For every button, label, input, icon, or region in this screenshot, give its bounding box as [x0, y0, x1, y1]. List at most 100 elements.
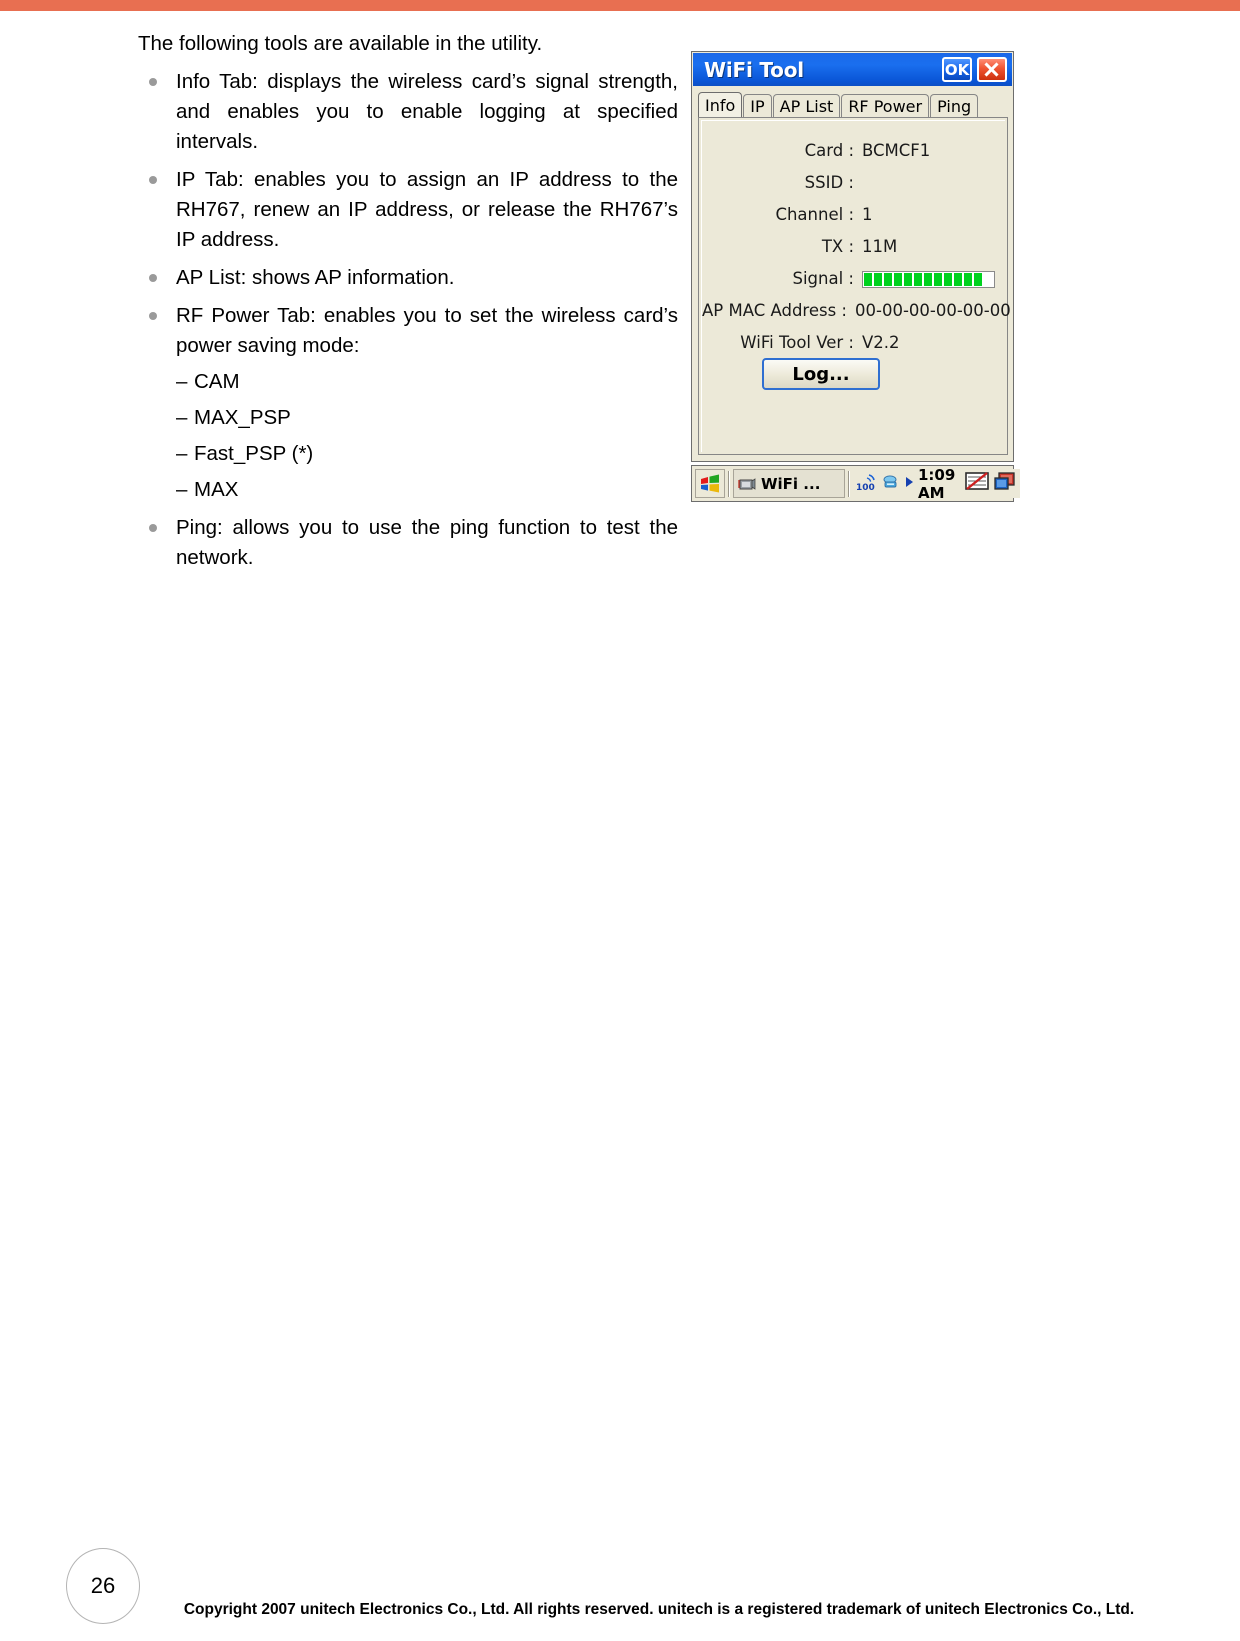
bullet-item-info-tab: Info Tab: displays the wireless card’s s… — [138, 67, 678, 157]
field-value-card: BCMCF1 — [862, 141, 931, 160]
battery-glyph: 100 — [856, 473, 875, 493]
intro-paragraph: The following tools are available in the… — [138, 32, 543, 55]
sub-item-cam: – CAM — [138, 367, 678, 397]
log-button[interactable]: Log... — [762, 358, 880, 390]
bullet-dot-icon — [149, 312, 157, 320]
sub-item-dash: – — [176, 442, 188, 465]
sub-item-dash: – — [176, 478, 188, 501]
taskbar-separator — [728, 470, 730, 497]
bullet-item-label: Ping: allows you to use the ping functio… — [176, 516, 678, 569]
svg-text:100: 100 — [856, 483, 875, 491]
field-row-ssid: SSID : — [702, 173, 1008, 192]
field-value-channel: 1 — [862, 205, 873, 224]
signal-segment — [934, 273, 942, 286]
taskbar-tray-icons — [961, 469, 1021, 498]
taskbar-clock[interactable]: 1:09 AM — [918, 466, 955, 502]
copyright-notice: Copyright 2007 unitech Electronics Co., … — [183, 1601, 1135, 1618]
field-value-ap-mac-address: 00-00-00-00-00-00 — [855, 301, 1011, 320]
signal-segment — [874, 273, 882, 286]
taskbar-task-label: WiFi ... — [761, 474, 821, 493]
signal-segment — [904, 273, 912, 286]
field-label-signal: Signal : — [792, 269, 855, 288]
info-tab-panel: Card : BCMCF1 SSID : Channel : 1 TX: 11… — [698, 117, 1011, 455]
info-field-list: Card : BCMCF1 SSID : Channel : 1 TX: 11… — [702, 141, 1011, 365]
battery-icon[interactable]: 100 — [856, 473, 878, 495]
bullet-item-ping: Ping: allows you to use the ping functio… — [138, 513, 678, 573]
sub-item-label: CAM — [194, 370, 240, 393]
page-body: The following tools are available in the… — [0, 11, 1240, 1501]
windows-start-icon[interactable] — [695, 469, 725, 498]
signal-segment — [894, 273, 902, 286]
page-number-badge: 26 — [66, 1548, 140, 1624]
titlebar-button-group: OK — [942, 57, 1012, 82]
field-row-wifi-tool-ver: WiFi Tool Ver : V2.2 — [702, 333, 1008, 352]
field-row-signal: Signal : — [702, 269, 1008, 288]
field-row-tx: TX : 11M — [702, 237, 1008, 256]
signal-strength-bar — [862, 271, 995, 288]
bullet-dot-icon — [149, 524, 157, 532]
windows-flag-glyph — [701, 474, 719, 492]
signal-segment — [944, 273, 952, 286]
field-label-card: Card : — [804, 141, 854, 160]
show-desktop-icon[interactable] — [993, 470, 1017, 497]
network-connection-icon[interactable] — [881, 473, 901, 495]
sub-item-label: Fast_PSP (*) — [194, 442, 314, 465]
dialog-frame: WiFi Tool OK Info IP AP List RF Power Pi… — [691, 51, 1014, 462]
signal-segment — [884, 273, 892, 286]
bullet-dot-icon — [149, 176, 157, 184]
ok-button[interactable]: OK — [942, 57, 972, 82]
bullet-item-ap-list: AP List: shows AP information. — [138, 263, 678, 293]
wifi-tool-icon — [738, 477, 756, 490]
content-text-column: The following tools are available in the… — [138, 29, 678, 573]
windows-ce-taskbar: WiFi ... 100 1:09 AM — [691, 465, 1021, 502]
dialog-tabstrip: Info IP AP List RF Power Ping — [698, 92, 1008, 118]
keyboard-disabled-icon[interactable] — [964, 470, 990, 497]
bullet-item-label: AP List: shows AP information. — [176, 266, 455, 289]
signal-segment — [914, 273, 922, 286]
sub-item-label: MAX_PSP — [194, 406, 291, 429]
field-label-ssid: SSID : — [804, 173, 854, 192]
show-desktop-glyph — [994, 472, 1015, 490]
wifi-tool-dialog-screenshot: WiFi Tool OK Info IP AP List RF Power Pi… — [691, 51, 1021, 504]
tab-info[interactable]: Info — [698, 92, 743, 118]
field-value-wifi-tool-ver: V2.2 — [862, 333, 900, 352]
signal-segment — [964, 273, 972, 286]
signal-segment — [974, 273, 982, 286]
top-accent-bar — [0, 0, 1240, 11]
bullet-item-label: RF Power Tab: enables you to set the wir… — [176, 304, 678, 357]
bullet-dot-icon — [149, 78, 157, 86]
sub-item-fast-psp: – Fast_PSP (*) — [138, 439, 678, 469]
keyboard-disabled-glyph — [965, 472, 990, 490]
bullet-item-label: Info Tab: displays the wireless card’s s… — [176, 70, 678, 153]
play-arrow-glyph — [906, 476, 913, 487]
field-label-channel: Channel : — [775, 205, 854, 224]
field-value-signal — [862, 269, 1008, 288]
network-glyph — [883, 474, 897, 487]
play-arrow-icon[interactable] — [904, 475, 915, 493]
bullet-item-rf-power-tab: RF Power Tab: enables you to set the wir… — [138, 301, 678, 361]
info-panel-inner: Card : BCMCF1 SSID : Channel : 1 TX: 11… — [701, 120, 1011, 452]
field-label-tx: TX : — [821, 237, 854, 256]
close-icon[interactable] — [977, 57, 1007, 82]
field-value-tx: 11M — [862, 237, 898, 256]
field-row-card: Card : BCMCF1 — [702, 141, 1008, 160]
taskbar-task-wifi[interactable]: WiFi ... — [733, 469, 845, 498]
tab-ping[interactable]: Ping — [930, 94, 979, 118]
sub-item-label: MAX — [194, 478, 239, 501]
signal-segment — [954, 273, 962, 286]
tab-ip[interactable]: IP — [743, 94, 772, 118]
page-footer: 26 Copyright 2007 unitech Electronics Co… — [0, 1501, 1240, 1641]
dialog-title: WiFi Tool — [704, 57, 804, 82]
field-label-wifi-tool-ver: WiFi Tool Ver : — [740, 333, 854, 352]
bullet-item-label: IP Tab: enables you to assign an IP addr… — [176, 168, 678, 251]
tab-rf-power[interactable]: RF Power — [841, 94, 930, 118]
sub-item-dash: – — [176, 370, 188, 393]
field-label-ap-mac-address: AP MAC Address : — [702, 301, 847, 320]
field-row-channel: Channel : 1 — [702, 205, 1008, 224]
bullet-dot-icon — [149, 274, 157, 282]
sub-item-dash: – — [176, 406, 188, 429]
sub-item-max-psp: – MAX_PSP — [138, 403, 678, 433]
signal-segment — [924, 273, 932, 286]
tab-ap-list[interactable]: AP List — [772, 94, 841, 118]
dialog-titlebar: WiFi Tool OK — [693, 53, 1012, 86]
